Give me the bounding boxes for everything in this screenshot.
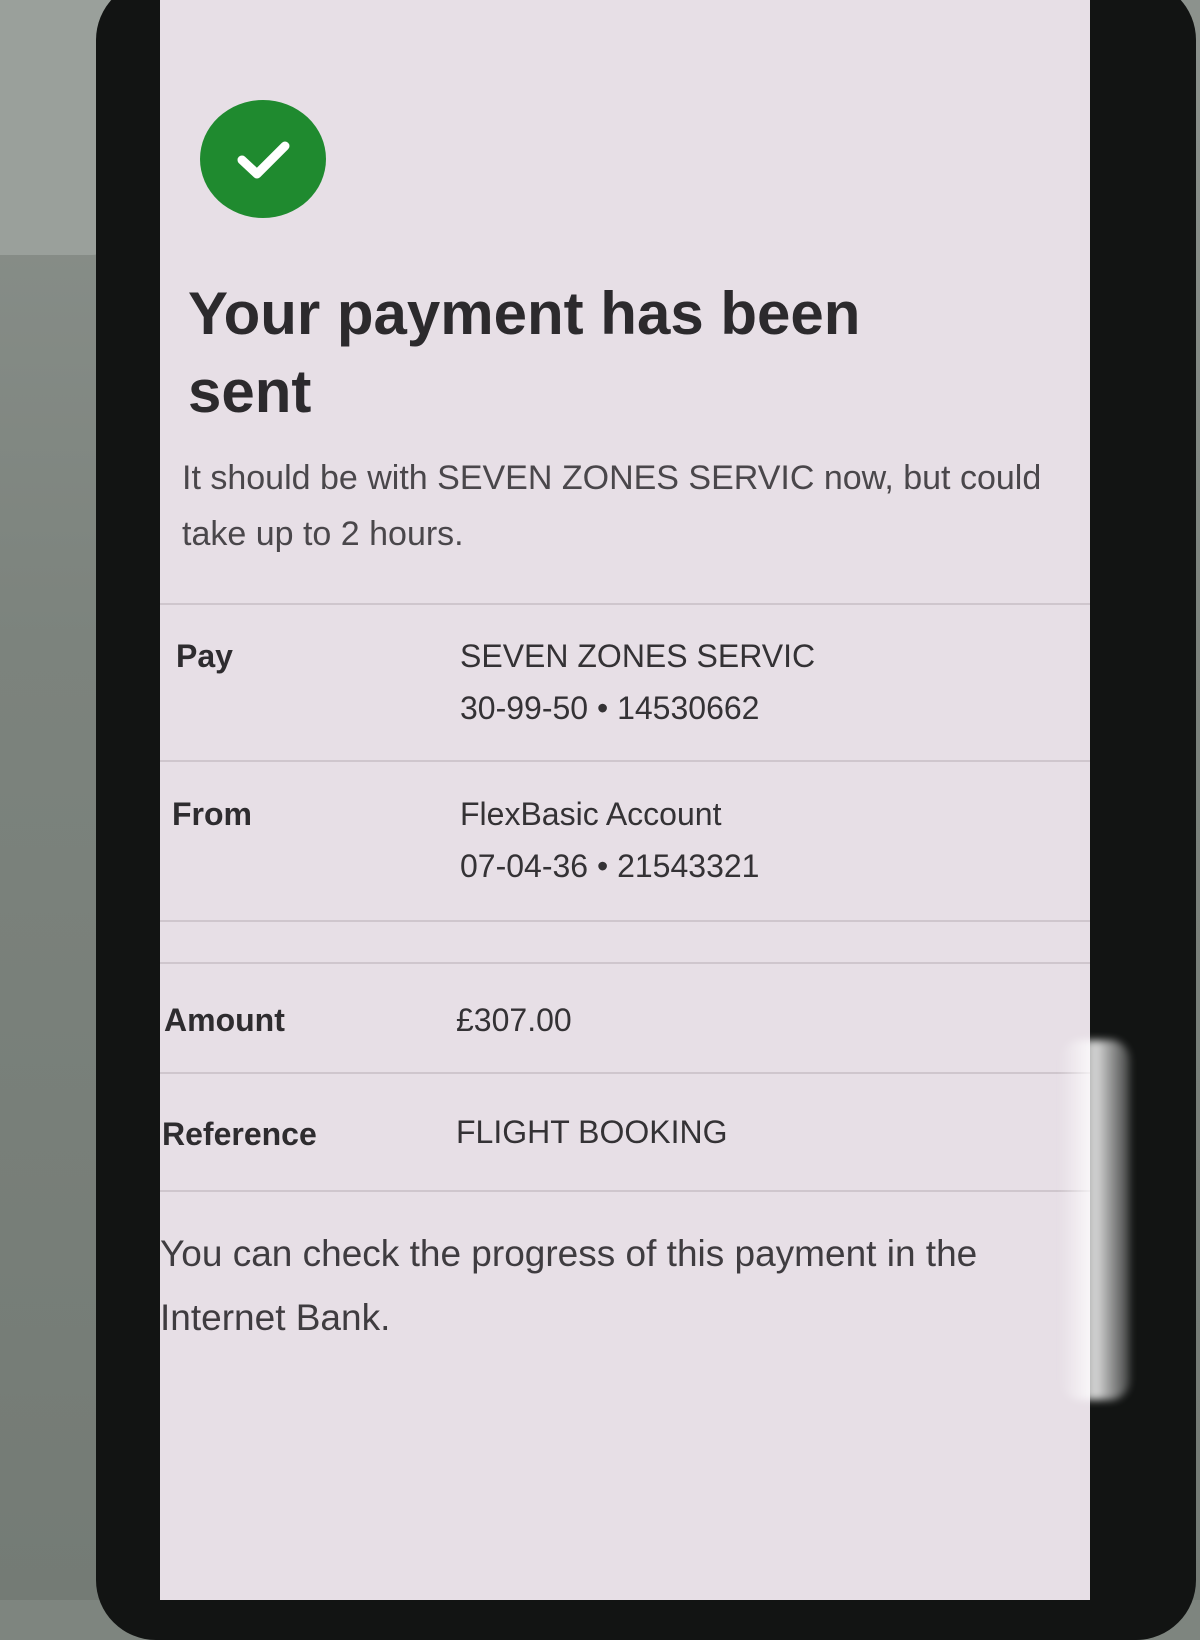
screen-glare xyxy=(1060,1040,1130,1400)
divider xyxy=(160,1072,1090,1074)
payee-name: SEVEN ZONES SERVIC xyxy=(460,638,816,674)
background-object xyxy=(0,0,110,255)
reference-value: FLIGHT BOOKING xyxy=(456,1114,728,1150)
progress-info-text: You can check the progress of this payme… xyxy=(160,1233,978,1338)
page-title: Your payment has been sent xyxy=(188,280,861,425)
pay-label: Pay xyxy=(176,638,233,674)
from-account-name: FlexBasic Account xyxy=(460,796,722,832)
amount-label: Amount xyxy=(164,1002,285,1038)
divider xyxy=(160,760,1090,762)
from-account-number: 07-04-36 • 21543321 xyxy=(460,848,760,884)
divider xyxy=(160,603,1090,605)
payment-confirmation-screen: Your payment has been sent It should be … xyxy=(160,0,1090,1600)
payee-account: 30-99-50 • 14530662 xyxy=(460,690,760,726)
confirmation-message: It should be with SEVEN ZONES SERVIC now… xyxy=(182,459,1042,553)
divider xyxy=(160,920,1090,922)
reference-label: Reference xyxy=(162,1116,317,1152)
from-label: From xyxy=(172,796,252,832)
amount-value: £307.00 xyxy=(456,1002,572,1038)
check-icon xyxy=(237,141,290,179)
success-check-icon xyxy=(200,100,326,218)
divider xyxy=(160,1190,1090,1192)
divider xyxy=(160,962,1090,964)
